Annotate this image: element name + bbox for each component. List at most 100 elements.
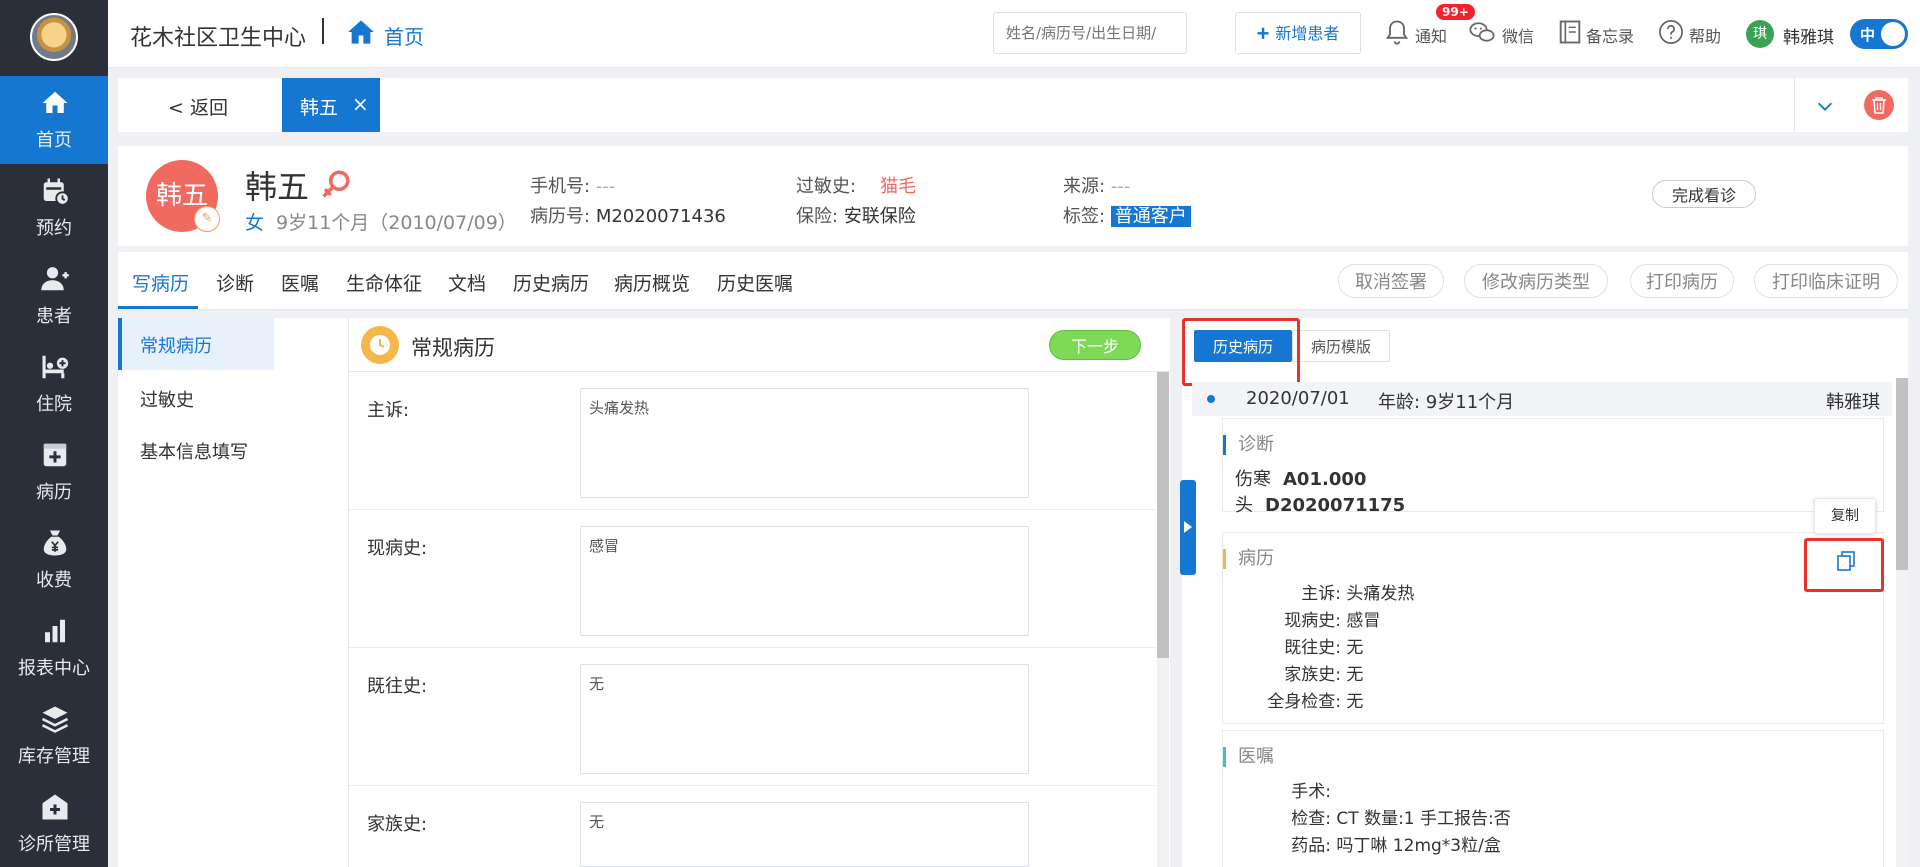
past-history-input[interactable]: 无: [580, 664, 1029, 774]
section-title: 诊断: [1223, 435, 1274, 455]
print-clinical-certificate-button[interactable]: 打印临床证明: [1754, 264, 1898, 298]
form-title: 常规病历: [411, 336, 495, 360]
chief-complaint-input[interactable]: 头痛发热: [580, 388, 1029, 498]
patient-search-input[interactable]: [993, 12, 1187, 54]
sidebar-item-patients[interactable]: 患者: [0, 252, 108, 340]
chevron-down-icon[interactable]: [1814, 95, 1836, 117]
source-field: 来源: ---: [1063, 176, 1131, 197]
tab-documents[interactable]: 文档: [448, 269, 486, 296]
sidebar-item-reports[interactable]: 报表中心: [0, 604, 108, 692]
sidebar-item-label: 首页: [36, 130, 72, 151]
menu-item-label: 基本信息填写: [140, 442, 248, 463]
section-tab-bar: 写病历 诊断 医嘱 生命体征 文档 历史病历 病历概览 历史医嘱 取消签署 修改…: [118, 252, 1908, 310]
memo-label: 备忘录: [1586, 27, 1635, 46]
print-record-button[interactable]: 打印病历: [1630, 264, 1734, 298]
home-icon[interactable]: [346, 18, 376, 46]
cancel-sign-button[interactable]: 取消签署: [1338, 264, 1444, 298]
sidebar-item-records[interactable]: 病历: [0, 428, 108, 516]
change-record-type-button[interactable]: 修改病历类型: [1464, 264, 1608, 298]
sidebar-item-inventory[interactable]: 库存管理: [0, 692, 108, 780]
edit-icon[interactable]: ✎: [194, 206, 220, 232]
user-name[interactable]: 韩雅琪: [1783, 23, 1834, 48]
active-tab-underline: [118, 306, 198, 309]
calendar-icon: [43, 178, 70, 206]
language-toggle[interactable]: 中: [1850, 19, 1908, 49]
divider: [1794, 78, 1795, 132]
delete-button[interactable]: [1864, 90, 1894, 120]
app-logo-avatar[interactable]: [30, 13, 78, 61]
finish-visit-button[interactable]: 完成看诊: [1652, 180, 1756, 208]
next-step-button[interactable]: 下一步: [1049, 330, 1141, 360]
tab-orders[interactable]: 医嘱: [281, 269, 319, 296]
scrollbar-thumb[interactable]: [1157, 372, 1169, 658]
money-bag-icon: [43, 530, 67, 556]
menu-item-label: 常规病历: [140, 336, 212, 357]
clinic-icon: [42, 794, 68, 820]
tab-record-overview[interactable]: 病历概览: [614, 269, 690, 296]
close-icon[interactable]: ×: [352, 92, 369, 116]
record-field: 既往史: 无: [1284, 638, 1364, 658]
sidebar-item-label: 病历: [36, 482, 72, 503]
record-section: 病历 主诉: 头痛发热 现病史: 感冒 既往史: 无 家族史: 无 全身检查: …: [1222, 532, 1884, 724]
back-label: 返回: [189, 97, 228, 119]
toggle-knob: [1881, 22, 1905, 46]
sidebar-item-label: 库存管理: [18, 746, 90, 767]
orders-section: 医嘱 手术: 检查: CT 数量:1 手工报告:否 药品: 吗丁啉 12mg*3…: [1222, 730, 1884, 867]
tag-field: 标签: 普通客户: [1063, 202, 1191, 228]
menu-item-general-record[interactable]: 常规病历: [118, 318, 274, 370]
sidebar-item-appointment[interactable]: 预约: [0, 164, 108, 252]
notify-button[interactable]: 通知: [1383, 18, 1459, 48]
trash-icon: [1872, 97, 1886, 114]
patient-age-dob: 9岁11个月（2010/07/09）: [276, 212, 517, 234]
collapse-panel-handle[interactable]: [1180, 480, 1196, 575]
help-button[interactable]: 帮助: [1657, 18, 1727, 48]
family-history-input[interactable]: 无: [580, 802, 1029, 867]
diagnosis-item: 伤寒 A01.000: [1235, 469, 1367, 490]
tab-history-records[interactable]: 历史病历: [513, 269, 589, 296]
patient-name: 韩五: [245, 168, 310, 206]
insurance-field: 保险: 安联保险: [796, 206, 916, 227]
add-patient-button[interactable]: + 新增患者: [1235, 12, 1361, 54]
tag-badge[interactable]: 普通客户: [1110, 206, 1191, 227]
record-field: 主诉: 头痛发热: [1301, 584, 1415, 604]
avatar[interactable]: 琪: [1746, 20, 1774, 48]
order-field: 手术:: [1291, 782, 1331, 802]
tab-history-orders[interactable]: 历史医嘱: [717, 269, 793, 296]
menu-item-label: 过敏史: [140, 390, 194, 411]
back-button[interactable]: < 返回: [168, 93, 228, 120]
scrollbar-thumb[interactable]: [1896, 378, 1908, 570]
sidebar-item-clinic-admin[interactable]: 诊所管理: [0, 780, 108, 867]
breadcrumb-home[interactable]: 首页: [384, 21, 424, 50]
sidebar-item-billing[interactable]: 收费: [0, 516, 108, 604]
diagnosis-section: 诊断 伤寒 A01.000 头 D2020071175: [1222, 418, 1884, 516]
tab-write-record[interactable]: 写病历: [132, 269, 189, 296]
field-label: 主诉:: [367, 400, 410, 421]
clinic-name: 花木社区卫生中心: [130, 26, 307, 51]
record-number-field: 病历号: M2020071436: [530, 206, 726, 227]
record-type-menu: 常规病历 过敏史 基本信息填写: [118, 318, 348, 867]
menu-item-basic-info[interactable]: 基本信息填写: [118, 424, 274, 476]
patient-gender: 女: [245, 212, 265, 234]
tab-vitals[interactable]: 生命体征: [346, 269, 422, 296]
chevron-left-icon: <: [168, 97, 190, 119]
tab-diagnosis[interactable]: 诊断: [216, 269, 254, 296]
patient-tab-label: 韩五: [300, 97, 339, 119]
record-field: 现病史: 感冒: [1284, 611, 1381, 631]
source-value: ---: [1110, 176, 1131, 197]
sidebar-item-inpatient[interactable]: 住院: [0, 340, 108, 428]
menu-item-allergy[interactable]: 过敏史: [118, 372, 274, 424]
sidebar-item-label: 住院: [36, 394, 72, 415]
wechat-label: 微信: [1502, 27, 1535, 46]
memo-button[interactable]: 备忘录: [1556, 18, 1646, 48]
sidebar-item-home[interactable]: 首页: [0, 76, 108, 164]
bar-chart-icon: [45, 619, 65, 643]
tab-record-template[interactable]: 病历模版: [1292, 330, 1390, 362]
medical-box-icon: [43, 443, 67, 467]
order-field: 检查: CT 数量:1 手工报告:否: [1291, 809, 1511, 829]
wechat-button[interactable]: 微信: [1468, 18, 1552, 48]
diagnosis-item: 头 D2020071175: [1235, 495, 1406, 516]
order-field: 药品: 吗丁啉 12mg*3粒/盒: [1291, 836, 1501, 856]
present-illness-input[interactable]: 感冒: [580, 526, 1029, 636]
patient-info-card: 韩五 ✎ 韩五 女 9岁11个月（2010/07/09） 手机号: --- 病历号…: [118, 146, 1908, 246]
patient-tab[interactable]: 韩五 ×: [282, 78, 380, 132]
